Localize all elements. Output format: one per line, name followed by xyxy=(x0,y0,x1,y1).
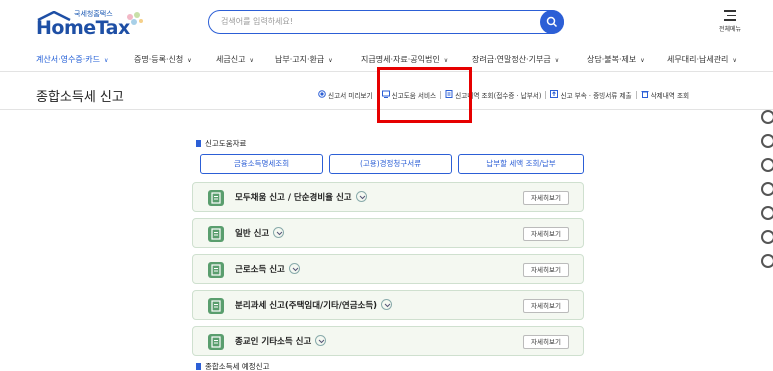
filing-card-simple[interactable]: 모두채움 신고 / 단순경비율 신고 자세히보기 xyxy=(192,182,584,212)
circle-button[interactable] xyxy=(761,134,773,148)
search-button[interactable] xyxy=(540,10,564,34)
upload-document-icon xyxy=(550,90,559,98)
gnb-label: 세금신고 xyxy=(216,55,246,64)
next-section-title: 종합소득세 예정신고 xyxy=(196,361,269,371)
divider xyxy=(635,91,637,99)
detail-button[interactable]: 자세히보기 xyxy=(523,263,569,277)
circle-button[interactable] xyxy=(761,206,773,220)
chevron-down-icon: ∨ xyxy=(187,57,192,64)
form-icon xyxy=(208,190,224,206)
filing-card-religious[interactable]: 종교인 기타소득 신고 자세히보기 xyxy=(192,326,584,356)
delete-history-label: 삭제내역 조회 xyxy=(650,92,690,100)
all-menu-label: 전체메뉴 xyxy=(718,25,742,33)
help-section-label: 신고도움자료 xyxy=(205,139,247,148)
gnb-item-incentives[interactable]: 장려금·연말정산·기부금 ∨ xyxy=(472,54,559,65)
detail-button[interactable]: 자세히보기 xyxy=(523,227,569,241)
circle-button[interactable] xyxy=(761,110,773,124)
logo-text: HomeTax xyxy=(36,17,130,39)
chevron-down-icon[interactable] xyxy=(355,191,367,202)
chevron-down-icon[interactable] xyxy=(288,263,300,274)
tax-due-button[interactable]: 납부할 세액 조회/납부 xyxy=(458,154,584,174)
divider xyxy=(545,91,547,99)
attach-label: 신고 부속 · 증빙서류 제출 xyxy=(560,92,632,100)
gnb-label: 지급명세·자료·공익법인 xyxy=(361,55,440,64)
hometax-logo[interactable]: 국세청홈택스 HomeTax xyxy=(36,9,146,39)
chevron-down-icon: ∨ xyxy=(249,57,254,64)
gnb-item-agent[interactable]: 세무대리·납세관리 ∨ xyxy=(667,54,737,65)
chevron-down-icon: ∨ xyxy=(554,57,560,64)
chevron-down-icon: ∨ xyxy=(328,57,333,64)
filing-card-separate-tax[interactable]: 분리과세 신고(주택임대/기타/연금소득) 자세히보기 xyxy=(192,290,584,320)
detail-button[interactable]: 자세히보기 xyxy=(523,299,569,313)
filing-card-label: 분리과세 신고(주택임대/기타/연금소득) xyxy=(235,299,393,311)
logo-flower-icon xyxy=(127,12,143,25)
gnb-label: 증명·등록·신청 xyxy=(134,55,184,64)
section-marker xyxy=(196,140,201,147)
detail-button[interactable]: 자세히보기 xyxy=(523,191,569,205)
filing-card-text: 근로소득 신고 xyxy=(235,265,285,275)
financial-income-button[interactable]: 금융소득명세조회 xyxy=(200,154,323,174)
preview-label: 신고서 미리보기 xyxy=(328,92,373,100)
detail-button[interactable]: 자세히보기 xyxy=(523,335,569,349)
page-toolbar: 신고서 미리보기 신고도움 서비스 신고내역 조회(접수증 · 납부서) 신고 … xyxy=(318,90,689,100)
help-section-title: 신고도움자료 xyxy=(196,138,246,149)
circle-button[interactable] xyxy=(761,182,773,196)
correction-docs-button[interactable]: (고용)경정청구서류 xyxy=(329,154,452,174)
filing-card-text: 분리과세 신고(주택임대/기타/연금소득) xyxy=(235,301,378,311)
search-bar[interactable]: 검색어를 입력하세요! xyxy=(208,10,564,34)
form-icon xyxy=(208,298,224,314)
gnb-label: 납부·고지·환급 xyxy=(275,55,325,64)
form-icon xyxy=(208,226,224,242)
circle-button[interactable] xyxy=(761,230,773,244)
circle-button[interactable] xyxy=(761,158,773,172)
filing-card-label: 근로소득 신고 xyxy=(235,263,300,275)
form-icon xyxy=(208,262,224,278)
trash-icon xyxy=(641,91,649,98)
gnb-item-invoice[interactable]: 계산서·영수증·카드 ∨ xyxy=(36,54,108,65)
right-edge-controls xyxy=(761,110,773,278)
filing-card-label: 종교인 기타소득 신고 xyxy=(235,335,327,347)
delete-history-link[interactable]: 삭제내역 조회 xyxy=(641,90,690,100)
preview-icon xyxy=(318,90,326,98)
gnb-item-certificate[interactable]: 증명·등록·신청 ∨ xyxy=(134,54,192,65)
filing-card-earned-income[interactable]: 근로소득 신고 자세히보기 xyxy=(192,254,584,284)
header: 국세청홈택스 HomeTax 검색어를 입력하세요! 전체메뉴 xyxy=(0,0,773,44)
gnb-item-statements[interactable]: 지급명세·자료·공익법인 ∨ xyxy=(361,54,448,65)
gnb-item-consult[interactable]: 상담·불복·제보 ∨ xyxy=(587,54,645,65)
chevron-down-icon: ∨ xyxy=(103,57,109,64)
page-title: 종합소득세 신고 xyxy=(36,90,124,105)
circle-button[interactable] xyxy=(761,254,773,268)
filing-card-text: 모두채움 신고 / 단순경비율 신고 xyxy=(235,193,352,203)
search-input[interactable]: 검색어를 입력하세요! xyxy=(221,16,293,27)
all-menu-button[interactable]: 전체메뉴 xyxy=(712,10,748,38)
chevron-down-icon: ∨ xyxy=(443,57,449,64)
gnb-label: 상담·불복·제보 xyxy=(587,55,637,64)
form-icon xyxy=(208,334,224,350)
chevron-down-icon[interactable] xyxy=(315,335,327,346)
highlight-box xyxy=(377,67,472,123)
preview-link[interactable]: 신고서 미리보기 xyxy=(318,90,373,100)
filing-card-label: 모두채움 신고 / 단순경비율 신고 xyxy=(235,191,367,203)
attach-link[interactable]: 신고 부속 · 증빙서류 제출 xyxy=(550,90,632,100)
chevron-down-icon: ∨ xyxy=(732,57,737,64)
filing-card-label: 일반 신고 xyxy=(235,227,285,239)
chevron-down-icon[interactable] xyxy=(273,227,285,238)
gnb-item-tax-filing[interactable]: 세금신고 ∨ xyxy=(216,54,254,65)
filing-card-text: 일반 신고 xyxy=(235,229,270,239)
gnb-item-payment[interactable]: 납부·고지·환급 ∨ xyxy=(275,54,333,65)
gnb-label: 계산서·영수증·카드 xyxy=(36,55,100,64)
gnb-label: 장려금·연말정산·기부금 xyxy=(472,55,551,64)
section-marker xyxy=(196,363,201,370)
hamburger-icon xyxy=(724,10,736,21)
gnb-label: 세무대리·납세관리 xyxy=(667,55,729,64)
chevron-down-icon: ∨ xyxy=(640,57,645,64)
search-icon xyxy=(546,16,558,28)
filing-card-general[interactable]: 일반 신고 자세히보기 xyxy=(192,218,584,248)
chevron-down-icon[interactable] xyxy=(381,299,393,310)
filing-card-text: 종교인 기타소득 신고 xyxy=(235,337,312,347)
next-section-label: 종합소득세 예정신고 xyxy=(205,362,270,371)
